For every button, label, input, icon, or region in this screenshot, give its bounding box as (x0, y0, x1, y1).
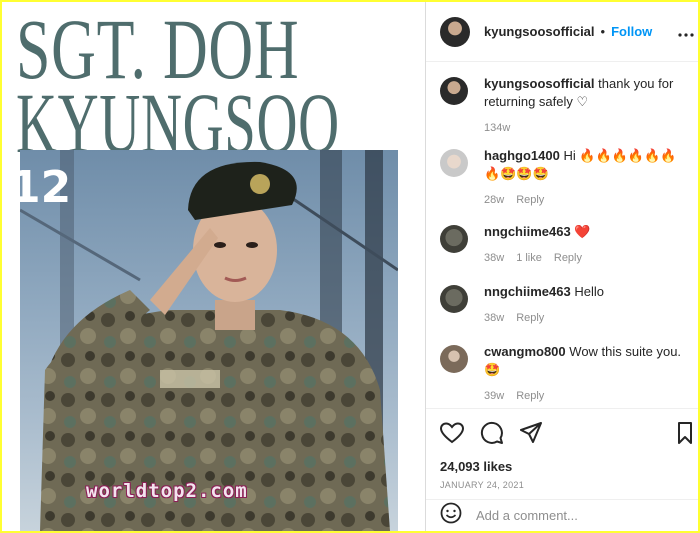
commenter-username[interactable]: haghgo1400 (484, 148, 560, 163)
emoji-icon[interactable] (440, 502, 462, 529)
post-date: JANUARY 24, 2021 (440, 480, 525, 490)
reply-button[interactable]: Reply (516, 390, 544, 402)
post-sidebar: kyungsoosofficial • Follow kyungsoosoffi… (425, 2, 698, 531)
post-image[interactable]: SGT. DOH KYUNGSOO 12 (2, 2, 424, 531)
watermark: worldtop2.com (86, 480, 248, 502)
comment-likes[interactable]: 1 like (516, 252, 542, 264)
commenter-avatar[interactable] (440, 345, 468, 373)
author-username[interactable]: kyungsoosofficial (484, 24, 595, 39)
commenter-avatar[interactable] (440, 77, 468, 105)
list-item: haghgo1400 Hi 🔥🔥🔥🔥🔥🔥🔥🤩🤩🤩 28w Reply (440, 147, 684, 223)
comment-time[interactable]: 38w (484, 252, 504, 264)
list-item: kyungsoosofficial thank you for returnin… (440, 75, 684, 147)
commenter-username[interactable]: cwangmo800 (484, 344, 566, 359)
reply-button[interactable]: Reply (554, 252, 582, 264)
like-count[interactable]: 24,093 likes (440, 459, 684, 474)
reply-button[interactable]: Reply (516, 194, 544, 206)
commenter-avatar[interactable] (440, 225, 468, 253)
list-item: cwangmo800 Wow this suite you. 🤩 39w Repl… (440, 343, 684, 413)
save-bookmark-icon[interactable] (678, 421, 692, 449)
comment-text: Hello (574, 284, 604, 299)
comment-text: ❤️ (574, 224, 591, 239)
comment-time[interactable]: 39w (484, 390, 504, 402)
instagram-post-window: SGT. DOH KYUNGSOO 12 kyungsoosofficial •… (2, 2, 698, 531)
separator-dot: • (600, 24, 606, 39)
comment-icon[interactable] (480, 421, 504, 450)
post-header: kyungsoosofficial • Follow (426, 2, 698, 62)
more-options-icon[interactable] (678, 24, 694, 40)
soldier-photo (20, 150, 398, 531)
add-comment-bar: Add a comment... (426, 499, 698, 531)
commenter-username[interactable]: nngchiime463 (484, 284, 571, 299)
commenter-username[interactable]: nngchiime463 (484, 224, 571, 239)
comment-time[interactable]: 134w (484, 122, 510, 134)
episode-number: 12 (10, 162, 72, 213)
share-icon[interactable] (520, 421, 542, 449)
comment-time[interactable]: 38w (484, 312, 504, 324)
comment-time[interactable]: 28w (484, 194, 504, 206)
add-comment-input[interactable]: Add a comment... (476, 508, 578, 523)
post-actions: 24,093 likes JANUARY 24, 2021 (426, 408, 698, 490)
like-heart-icon[interactable] (439, 421, 465, 449)
commenter-avatar[interactable] (440, 149, 468, 177)
follow-button[interactable]: Follow (611, 24, 652, 39)
author-avatar[interactable] (440, 16, 470, 47)
soldier-illustration (20, 150, 398, 531)
reply-button[interactable]: Reply (516, 312, 544, 324)
commenter-username[interactable]: kyungsoosofficial (484, 76, 595, 91)
list-item: nngchiime463 ❤️ 38w 1 like Reply (440, 223, 684, 283)
comments-list: kyungsoosofficial thank you for returnin… (426, 63, 698, 408)
commenter-avatar[interactable] (440, 285, 468, 313)
list-item: nngchiime463 Hello 38w Reply (440, 283, 684, 343)
